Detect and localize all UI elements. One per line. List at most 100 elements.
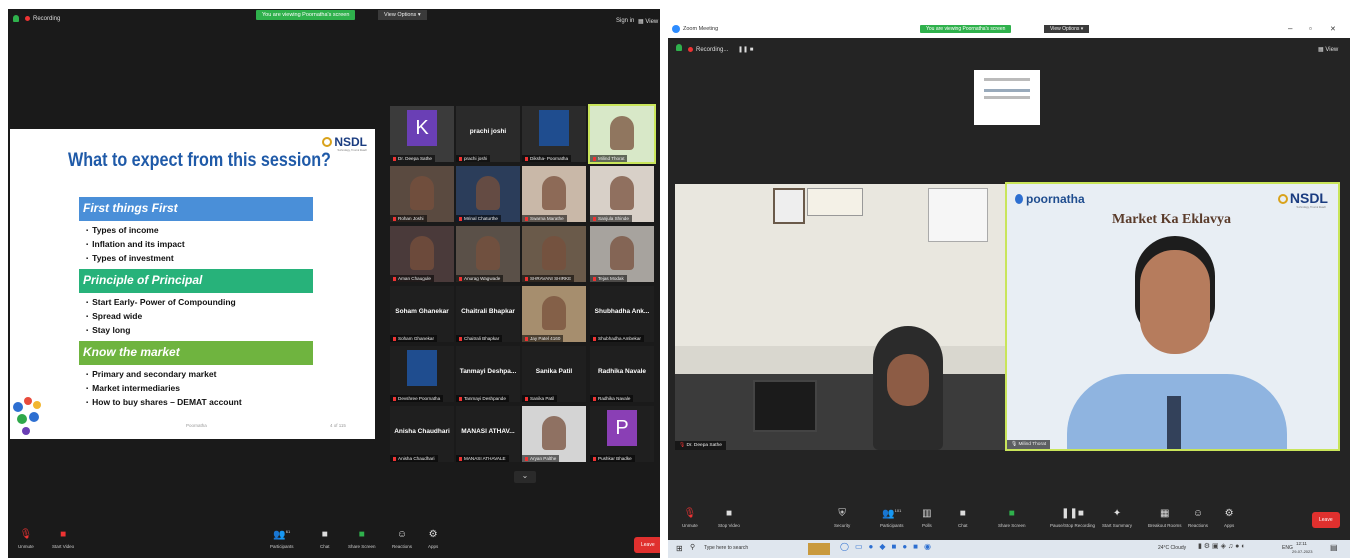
participant-name-label: Rohan Joshi [390, 215, 427, 222]
participant-video [476, 236, 500, 270]
notification-icon[interactable]: ▤ [1330, 543, 1338, 552]
video-tile[interactable]: Diksha- Poornatha [522, 106, 586, 162]
leave-button[interactable]: Leave [1312, 512, 1340, 528]
view-button[interactable]: ▦ View [638, 18, 658, 25]
reactions-button[interactable]: ☺ Reactions [392, 529, 412, 549]
more-gallery-button[interactable]: ⌄ [514, 471, 536, 483]
video-tile[interactable]: Tejas Modak [590, 226, 654, 282]
recording-dot-icon [25, 16, 30, 21]
participant-display-name: Tanmayi Deshpa... [459, 368, 517, 375]
weather-widget[interactable]: 24°C Cloudy [1158, 545, 1186, 551]
security-shield-icon[interactable] [13, 15, 19, 22]
poornatha-dots-decoration [13, 397, 41, 435]
video-tile[interactable]: K Dr. Deepa Sathe [390, 106, 454, 162]
video-tile[interactable]: Devshree Poornatha [390, 346, 454, 402]
leave-button[interactable]: Leave [634, 537, 660, 553]
participant-name-label: Devshree Poornatha [390, 395, 444, 402]
video-tile[interactable]: prachi joshi prachi joshi [456, 106, 520, 162]
video-tile[interactable]: Sanjula Shinde [590, 166, 654, 222]
unmute-button[interactable]: 🎙 Unmute [18, 529, 34, 549]
video-tile[interactable]: Swarna Marathe [522, 166, 586, 222]
participant-video [610, 176, 634, 210]
video-tile-milind-thorat[interactable]: poornatha NSDL Technology, Trust & Reach… [1005, 182, 1340, 451]
taskbar-time[interactable]: 12:11 [1296, 541, 1307, 546]
apps-button[interactable]: ⚙ Apps [1224, 508, 1234, 528]
participants-button[interactable]: 👥61 Participants [270, 529, 294, 549]
start-summary-button[interactable]: ✦ Start Summary [1102, 508, 1132, 528]
apps-button[interactable]: ⚙ Apps [428, 529, 438, 549]
share-screen-button[interactable]: ■ Share Screen [998, 508, 1026, 528]
security-shield-icon[interactable] [676, 44, 682, 51]
video-tile[interactable]: Rohan Joshi [390, 166, 454, 222]
apps-label: Apps [428, 544, 439, 549]
chevron-down-icon: ▾ [1080, 26, 1084, 32]
view-label: View [645, 19, 659, 25]
video-tile[interactable]: Shubhadha Ank... Shubhadha Ambekar [590, 286, 654, 342]
video-tile[interactable]: SHRAVANI SHIRKE [522, 226, 586, 282]
start-video-button[interactable]: ■ Start Video [52, 529, 74, 549]
windows-taskbar: ⊞ ⚲ Type here to search ◯▭●◆■●■◉ 24°C Cl… [668, 540, 1350, 558]
video-tile[interactable]: Radhika Navale Radhika Navale [590, 346, 654, 402]
recording-indicator[interactable]: Recording... ❚❚ ■ [688, 46, 753, 53]
windows-start-icon[interactable]: ⊞ [676, 544, 683, 553]
minimize-button[interactable]: – [1288, 24, 1292, 33]
video-tile[interactable]: Jay Patel 4160 [522, 286, 586, 342]
taskbar-date[interactable]: 29-07-2023 [1292, 549, 1312, 554]
sign-in-link[interactable]: Sign in [616, 18, 634, 24]
video-tile[interactable]: Milind Thorat [588, 104, 656, 164]
reactions-button[interactable]: ☺ Reactions [1188, 508, 1208, 528]
unmute-button[interactable]: 🎙 Unmute [682, 508, 698, 528]
participant-name-label: Jay Patel 4160 [522, 335, 564, 342]
bullet-item: Spread wide [86, 311, 142, 321]
pause-recording-icon[interactable]: ❚❚ [738, 47, 748, 53]
participant-name-label: Aman Chaugule [390, 275, 434, 282]
close-button[interactable]: ✕ [1330, 25, 1336, 33]
view-button[interactable]: ▦ View [1318, 46, 1338, 53]
video-tile[interactable]: Chaitrali Bhapkar Chaitrali Bhapkar [456, 286, 520, 342]
video-tile-dr-deepa-sathe[interactable]: 🎙 Dr. Deepa Sathe [675, 184, 1005, 450]
stop-video-button[interactable]: ■ Stop Video [718, 508, 740, 528]
video-tile[interactable]: Anurag Wagwade [456, 226, 520, 282]
participant-video [476, 176, 500, 210]
maximize-button[interactable]: ▫ [1309, 24, 1312, 33]
shared-screen-thumbnail[interactable] [974, 70, 1040, 125]
view-options-button[interactable]: View Options ▾ [1044, 25, 1090, 33]
video-tile[interactable]: MANASI ATHAV... MANASI ATHAVALE [456, 406, 520, 462]
avatar [407, 350, 437, 386]
participant-name-label: MANASI ATHAVALE [456, 455, 509, 462]
video-tile[interactable]: Aman Chaugule [390, 226, 454, 282]
view-label: View [1325, 47, 1339, 53]
video-tile[interactable]: Sanika Patil Sanika Patil [522, 346, 586, 402]
taskbar-app-icons[interactable]: ◯▭●◆■●■◉ [840, 542, 937, 551]
chat-button[interactable]: ■ Chat [320, 529, 330, 549]
zoom-window-left: Recording You are viewing Poornatha's sc… [8, 9, 660, 558]
participant-name-label: SHRAVANI SHIRKE [522, 275, 575, 282]
share-screen-label: Share Screen [348, 544, 376, 549]
video-tile[interactable]: Mrinal Chaturthe [456, 166, 520, 222]
zoom-window-right: Zoom Meeting – ▫ ✕ You are viewing Poorn… [668, 22, 1350, 558]
video-name-text: Milind Thorat [1018, 442, 1047, 447]
video-tile[interactable]: Tanmayi Deshpa... Tanmayi Deshpande [456, 346, 520, 402]
stop-recording-icon[interactable]: ■ [750, 47, 754, 53]
participant-name-label: Sanika Patil [522, 395, 558, 402]
breakout-rooms-button[interactable]: ▦ Breakout Rooms [1148, 508, 1182, 528]
share-screen-icon: ■ [1008, 508, 1015, 519]
video-tile[interactable]: Soham Ghanekar Soham Ghanekar [390, 286, 454, 342]
taskbar-widget-icon[interactable] [808, 543, 830, 555]
wall-notice [807, 188, 863, 216]
video-tile[interactable]: Anisha Chaudhari Anisha Chaudhari [390, 406, 454, 462]
participants-button[interactable]: 👥101 Participants [880, 508, 904, 528]
view-options-button[interactable]: View Options ▾ [378, 10, 427, 20]
tray-icons[interactable]: ▮ ⚙ ▣ ◈ ♫ ● ◐ [1198, 542, 1246, 550]
avatar [539, 110, 569, 146]
share-screen-button[interactable]: ■ Share Screen [348, 529, 376, 549]
video-tile[interactable]: Aryan Palthe [522, 406, 586, 462]
video-tile[interactable]: P Pushkar Bhadke [590, 406, 654, 462]
chat-button[interactable]: ■ Chat [958, 508, 968, 528]
mic-muted-icon: 🎙 [679, 443, 686, 448]
pause-stop-recording-button[interactable]: ❚❚■ Pause/Stop Recording [1050, 508, 1095, 528]
taskbar-search[interactable]: Type here to search [704, 545, 748, 551]
polls-button[interactable]: ▥ Polls [922, 508, 932, 528]
security-button[interactable]: ⛨ Security [834, 508, 850, 528]
recording-indicator[interactable]: Recording [25, 16, 60, 22]
